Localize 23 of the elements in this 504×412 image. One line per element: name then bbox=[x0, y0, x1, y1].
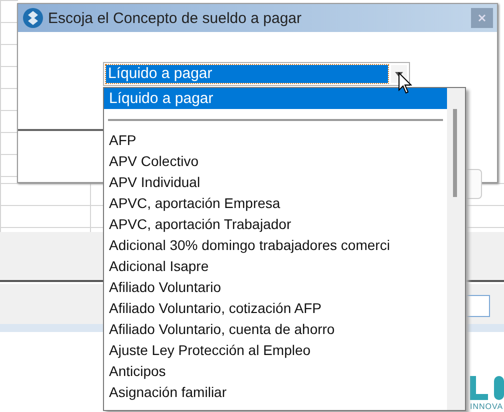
dropdown-option[interactable]: Adicional 30% domingo trabajadores comerci bbox=[104, 235, 447, 256]
dropdown-option[interactable]: Adicional Isapre bbox=[104, 256, 447, 277]
concept-dropdown[interactable]: Líquido a pagar bbox=[103, 62, 410, 86]
dropdown-option[interactable]: APVC, aportación Empresa bbox=[104, 193, 447, 214]
close-button[interactable] bbox=[471, 8, 493, 28]
close-icon bbox=[478, 14, 486, 22]
dropdown-option[interactable]: Afiliado Voluntario, cuenta de ahorro bbox=[104, 319, 447, 340]
dropdown-option[interactable]: AFP bbox=[104, 130, 447, 151]
dropdown-option[interactable]: Ajuste Ley Protección al Empleo bbox=[104, 340, 447, 361]
scrollbar[interactable] bbox=[447, 88, 465, 410]
logo-caption: INNOVA bbox=[470, 402, 504, 411]
app-logo-icon bbox=[22, 7, 44, 29]
dropdown-option[interactable]: APV Individual bbox=[104, 172, 447, 193]
dropdown-option[interactable]: Afiliado Voluntario bbox=[104, 277, 447, 298]
dropdown-option[interactable]: Asignación familiar bbox=[104, 382, 447, 403]
dropdown-option[interactable]: Afiliado Voluntario, cotización AFP bbox=[104, 298, 447, 319]
dropdown-option[interactable]: APV Colectivo bbox=[104, 151, 447, 172]
dropdown-option[interactable]: APVC, aportación Trabajador bbox=[104, 214, 447, 235]
dropdown-option[interactable]: Anticipos bbox=[104, 361, 447, 382]
dropdown-value: Líquido a pagar bbox=[106, 65, 388, 83]
dropdown-option[interactable]: Líquido a pagar bbox=[104, 88, 447, 109]
window-title: Escoja el Concepto de sueldo a pagar bbox=[48, 10, 303, 26]
text-field[interactable] bbox=[466, 295, 490, 317]
